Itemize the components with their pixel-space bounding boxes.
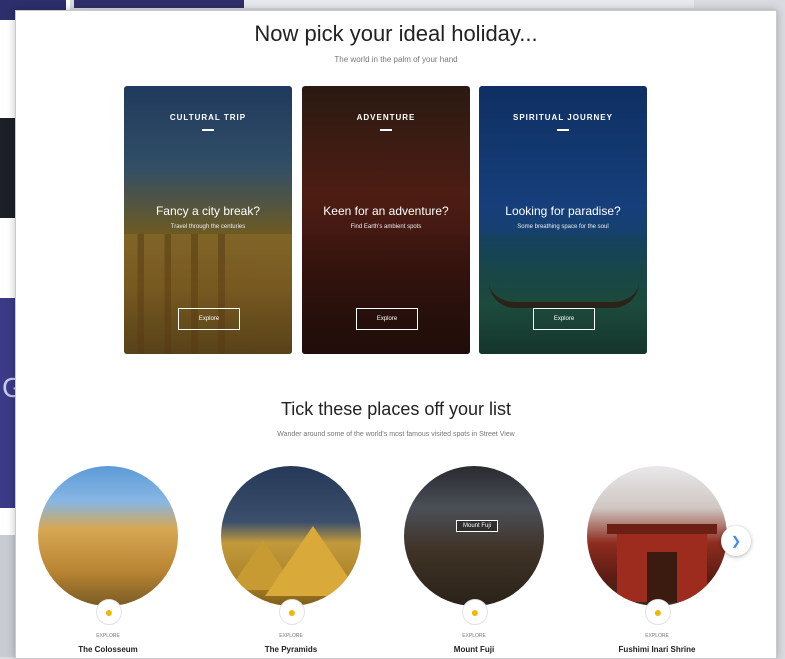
card-spiritual-journey[interactable]: SPIRITUAL JOURNEY Looking for paradise? … (479, 86, 647, 354)
pyramid-shape (265, 526, 361, 596)
section-subtitle: Wander around some of the world's most f… (277, 431, 515, 438)
place-name[interactable]: Fushimi Inari Shrine (587, 645, 727, 654)
place-sign: Mount Fuji (456, 520, 498, 532)
boat-shape (489, 282, 639, 308)
page-subtitle: The world in the palm of your hand (334, 55, 458, 64)
place-name[interactable]: The Pyramids (221, 645, 361, 654)
card-image (302, 234, 470, 354)
card-label: CULTURAL TRIP (169, 113, 247, 122)
card-description: Find Earth's ambient spots (350, 224, 422, 230)
place-name[interactable]: Mount Fuji (404, 645, 544, 654)
section-title: Tick these places off your list (280, 399, 512, 419)
holiday-page: Now pick your ideal holiday... The world… (15, 10, 777, 659)
card-adventure[interactable]: ADVENTURE Keen for an adventure? Find Ea… (302, 86, 470, 354)
explore-label: EXPLORE (279, 633, 303, 639)
pegman-icon[interactable]: ● (462, 599, 488, 625)
card-cultural-trip[interactable]: CULTURAL TRIP Fancy a city break? Travel… (124, 86, 292, 354)
pegman-icon[interactable]: ● (645, 599, 671, 625)
explore-button[interactable]: Explore (178, 308, 240, 330)
pegman-icon[interactable]: ● (96, 599, 122, 625)
place-image-mount-fuji[interactable]: Mount Fuji (404, 466, 544, 606)
card-label: ADVENTURE (356, 113, 416, 122)
card-divider (202, 129, 214, 131)
explore-label: EXPLORE (96, 633, 120, 639)
explore-label: EXPLORE (645, 633, 669, 639)
card-headline: Looking for paradise? (505, 204, 621, 218)
card-divider (557, 129, 569, 131)
card-headline: Fancy a city break? (155, 204, 261, 218)
page-title: Now pick your ideal holiday... (254, 21, 538, 46)
card-label: SPIRITUAL JOURNEY (513, 113, 613, 122)
card-description: Some breathing space for the soul (517, 224, 609, 230)
card-divider (380, 129, 392, 131)
explore-label: EXPLORE (462, 633, 486, 639)
carousel-next-button[interactable]: ❯ (721, 526, 751, 556)
shrine-gate-shape (607, 524, 717, 602)
card-headline: Keen for an adventure? (323, 204, 449, 218)
card-image (124, 234, 292, 354)
pegman-icon[interactable]: ● (279, 599, 305, 625)
explore-button[interactable]: Explore (533, 308, 595, 330)
background-top-strip (74, 0, 694, 8)
place-name[interactable]: The Colosseum (38, 645, 178, 654)
card-description: Travel through the centuries (170, 224, 246, 230)
place-image-colosseum[interactable] (38, 466, 178, 606)
explore-button[interactable]: Explore (356, 308, 418, 330)
place-image-shrine[interactable] (587, 466, 727, 606)
place-image-pyramids[interactable] (221, 466, 361, 606)
chevron-right-icon: ❯ (730, 534, 742, 548)
